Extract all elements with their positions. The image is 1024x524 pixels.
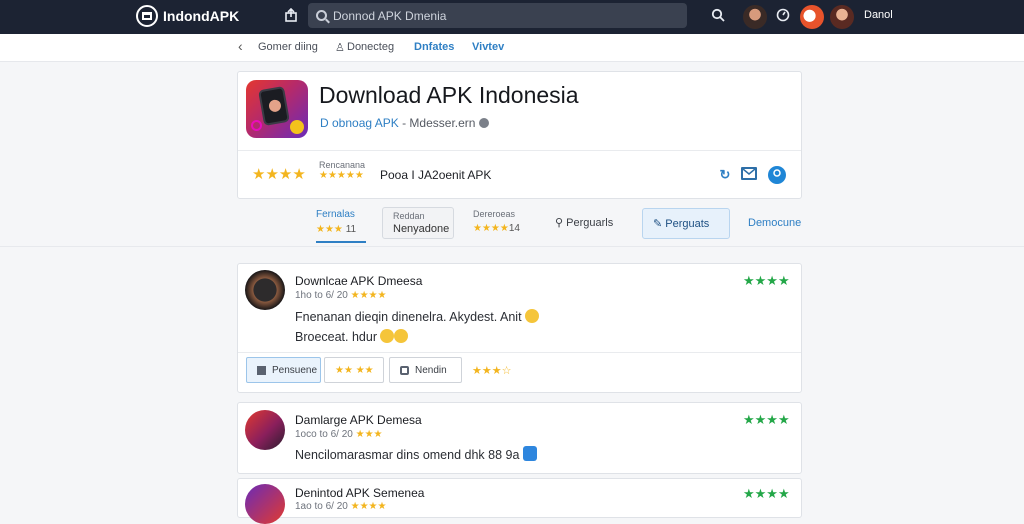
search-bar[interactable] bbox=[308, 3, 687, 28]
review-author: Denintod APK Semenea bbox=[295, 486, 425, 500]
ring-icon bbox=[251, 120, 262, 131]
globe-icon bbox=[478, 118, 489, 128]
review-meta: 1ho to 6/ 20 ★★★★ bbox=[295, 290, 387, 301]
review-meta: 1oco to 6/ 20 ★★★ bbox=[295, 429, 383, 440]
user-avatar[interactable] bbox=[830, 5, 854, 29]
tab-ratings[interactable]: Fernalas ★★★ 11 bbox=[316, 209, 366, 243]
user-small-icon: ♙ bbox=[335, 42, 345, 54]
search-input[interactable] bbox=[333, 8, 673, 23]
tab-perguarls[interactable]: ⚲ Perguarls bbox=[555, 216, 613, 229]
helpful-button[interactable]: Pensuene bbox=[246, 357, 321, 383]
review-divider bbox=[238, 352, 801, 353]
badge-icon bbox=[290, 120, 304, 134]
secondary-nav: ‹ Gomer diing ♙ Donecteg Dnfates Vivtev bbox=[0, 34, 1024, 62]
emoji-icon bbox=[525, 309, 540, 323]
review-author: Downlcae APK Dmeesa bbox=[295, 274, 423, 288]
emoji-icon bbox=[380, 329, 395, 343]
domain: Mdesser.ern bbox=[409, 116, 476, 130]
tab-ratings-stats: ★★★ 11 bbox=[316, 224, 357, 235]
share-icon[interactable] bbox=[283, 7, 299, 24]
brand[interactable]: IndondAPK bbox=[136, 4, 239, 28]
tabs-divider bbox=[0, 246, 1024, 247]
list-icon bbox=[257, 365, 266, 375]
rating-stars-small: ★★★★★ bbox=[319, 170, 364, 181]
header-divider bbox=[238, 150, 801, 151]
top-bar: IndondAPK Danol bbox=[0, 0, 1024, 34]
search-action-icon[interactable] bbox=[710, 8, 726, 24]
avatar bbox=[245, 410, 285, 450]
telegram-icon[interactable] bbox=[768, 166, 786, 184]
mail-icon[interactable] bbox=[741, 167, 757, 180]
rate-button[interactable]: ★★ ★★ bbox=[324, 357, 384, 383]
trailing-stars: ★★★☆ bbox=[472, 365, 512, 377]
review-rating: ★★★★ bbox=[743, 486, 790, 501]
nav-item-2[interactable]: Donecteg bbox=[347, 41, 394, 53]
edit-icon: ✎ bbox=[653, 218, 663, 230]
review-rating: ★★★★ bbox=[743, 273, 790, 288]
refresh-icon[interactable]: ↻ bbox=[716, 166, 734, 184]
rating-label: Rencanana bbox=[319, 160, 366, 170]
notification-avatar[interactable] bbox=[800, 5, 824, 29]
app-rating-stars: ★★★★ bbox=[252, 166, 306, 183]
developer-link[interactable]: D obnoag APK bbox=[320, 116, 399, 130]
tab-perguats[interactable]: ✎ Perguats bbox=[642, 208, 730, 239]
app-title: Download APK Indonesia bbox=[319, 82, 579, 108]
compass-icon[interactable] bbox=[775, 8, 791, 24]
tab-dereroeas[interactable]: Dereroeas ★★★★14 bbox=[473, 209, 533, 234]
tab-democune[interactable]: Democune bbox=[748, 217, 801, 229]
review-author: Damlarge APK Demesa bbox=[295, 413, 422, 427]
app-badge-icon bbox=[522, 446, 537, 461]
search-icon bbox=[316, 10, 327, 21]
search-tab-icon: ⚲ bbox=[555, 217, 564, 229]
nav-item-3[interactable]: Dnfates bbox=[414, 41, 454, 53]
tab-ratings-label: Fernalas bbox=[316, 209, 355, 220]
avatar bbox=[245, 484, 285, 524]
flag-icon bbox=[400, 365, 409, 375]
tab-reddan[interactable]: Reddan Nenyadone bbox=[382, 207, 454, 239]
back-chevron-icon[interactable]: ‹ bbox=[238, 38, 243, 54]
brand-name: IndondAPK bbox=[163, 8, 240, 24]
rating-text: Pooa I JA2oenit APK bbox=[380, 168, 492, 182]
nav-back-label[interactable]: Gomer diing bbox=[258, 41, 318, 53]
separator: - bbox=[402, 116, 407, 130]
user-name[interactable]: Danol bbox=[864, 9, 893, 21]
review-rating: ★★★★ bbox=[743, 412, 790, 427]
nav-item-4[interactable]: Vivtev bbox=[472, 41, 504, 53]
app-logo-icon bbox=[136, 5, 158, 27]
app-icon bbox=[246, 80, 308, 138]
review-meta: 1ao to 6/ 20 ★★★★ bbox=[295, 501, 387, 512]
app-subtitle: D obnoag APK - Mdesser.ern bbox=[320, 116, 489, 130]
report-button[interactable]: Nendin bbox=[389, 357, 462, 383]
review-text: Nencilomarasmar dins omend dhk 88 9a bbox=[295, 445, 537, 465]
phone-icon bbox=[258, 86, 290, 126]
profile-avatar-small[interactable] bbox=[743, 5, 767, 29]
avatar bbox=[245, 270, 285, 310]
emoji-icon bbox=[394, 329, 409, 343]
review-text: Fnenanan dieqin dinenelra. Akydest. Anit… bbox=[295, 307, 540, 347]
